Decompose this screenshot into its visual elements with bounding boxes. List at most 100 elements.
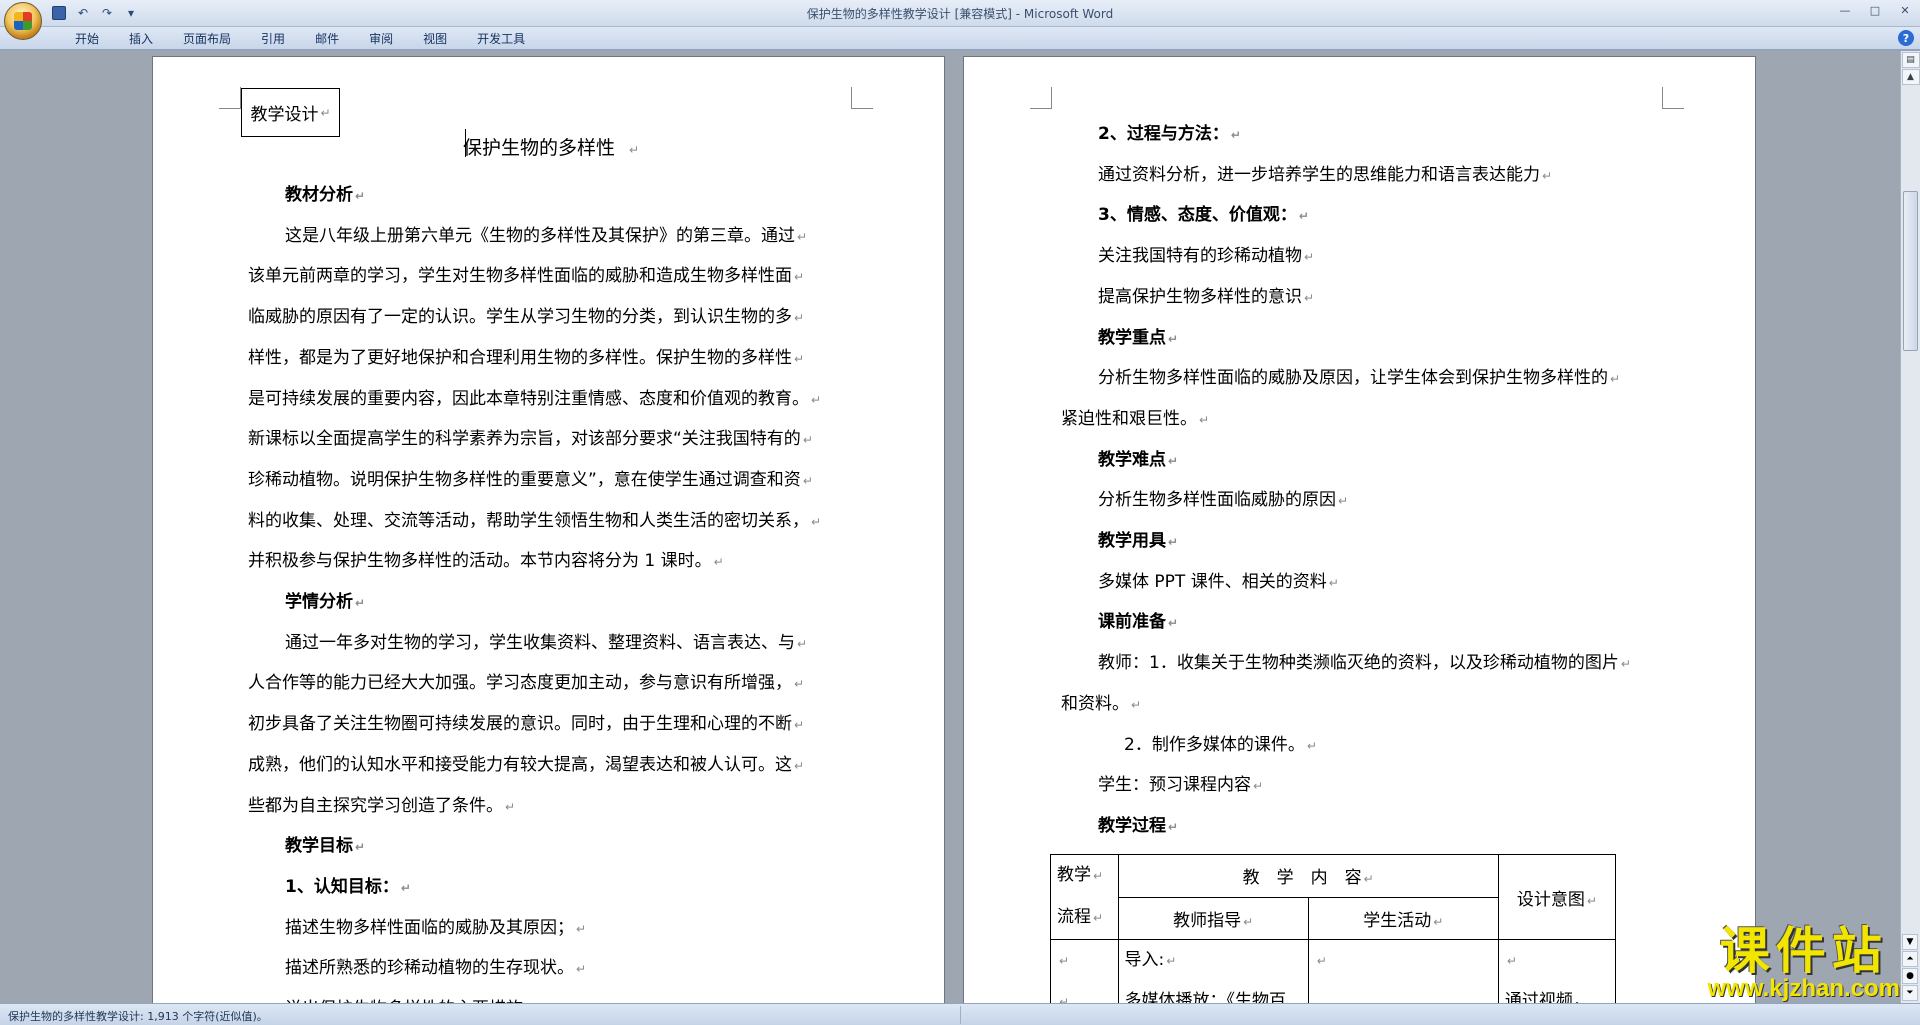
section-heading: 教学重点 ↵ xyxy=(1098,328,1178,349)
table-cell-teacher-body[interactable]: 导入: ↵ 多媒体播放：《生物百 xyxy=(1117,939,1309,1003)
body-text-line: 临威胁的原因有了一定的认识。学生从学习生物的分类，到认识生物的多 ↵ xyxy=(248,307,804,328)
line-text: 教学重点 xyxy=(1098,327,1166,348)
textbox-label[interactable]: 教学设计 ↵ xyxy=(241,88,340,137)
line-text: 教学目标 xyxy=(285,836,353,857)
line-text: 2．制作多媒体的课件。 xyxy=(1124,734,1305,755)
table-cell-design-header[interactable]: 设计意图 ↵ xyxy=(1497,854,1617,940)
document-workspace: 教学设计 ↵ 保护生物的多样性 ↵ 教材分析 ↵ 这是八年级上册第六单元《生物的多样性及… xyxy=(0,51,1900,1003)
minimize-button[interactable]: — xyxy=(1830,0,1860,20)
body-text-line: 和资料。 ↵ xyxy=(1061,694,1141,715)
office-button[interactable] xyxy=(4,2,42,40)
table-cell-flow[interactable]: 教学 ↵ 流程 ↵ xyxy=(1050,854,1119,940)
tab-page-layout[interactable]: 页面布局 xyxy=(168,30,246,48)
section-heading: 教学难点 ↵ xyxy=(1098,450,1178,471)
margin-corner-mark xyxy=(851,87,873,109)
line-text: 教学难点 xyxy=(1098,449,1166,470)
section-heading: 教学用具 ↵ xyxy=(1098,531,1178,552)
vertical-scrollbar[interactable]: ▤ ▲ ▼ ⏶ ● ⏷ xyxy=(1900,51,1920,1003)
paragraph-mark-icon: ↵ xyxy=(1542,168,1553,183)
paragraph-mark-icon: ↵ xyxy=(794,311,805,326)
paragraph-mark-icon: ↵ xyxy=(1338,494,1349,509)
line-text: 和资料。 xyxy=(1061,693,1129,714)
teaching-process-table[interactable]: 教学↵ 流程↵ 教 学 内 容↵ 设计意图↵ 教师指导↵ 学生活动↵ xyxy=(1050,854,1617,1003)
line-text: 课前准备 xyxy=(1098,612,1166,633)
window-controls: — □ ✕ xyxy=(1830,0,1920,22)
table-cell-design-body[interactable]: ↵ 通过视频， xyxy=(1497,939,1617,1003)
line-text: 分析生物多样性面临威胁的原因 xyxy=(1098,490,1336,511)
line-text: 成熟，他们的认知水平和接受能力有较大提高，渴望表达和被人认可。这 xyxy=(248,754,792,775)
scroll-down-icon[interactable]: ▼ xyxy=(1902,934,1918,950)
body-text-line: 关注我国特有的珍稀动植物 ↵ xyxy=(1098,246,1314,267)
watermark-url: www.kjzhan.com xyxy=(1707,975,1900,1002)
line-text: 提高保护生物多样性的意识 xyxy=(1098,286,1302,307)
close-button[interactable]: ✕ xyxy=(1890,0,1920,20)
textbox-text: 教学设计 xyxy=(250,105,319,125)
paragraph-mark-icon: ↵ xyxy=(794,351,805,366)
office-logo-icon xyxy=(14,12,32,30)
section-heading: 教学过程 ↵ xyxy=(1098,816,1178,837)
document-title-text: 保护生物的多样性 xyxy=(463,137,616,159)
tab-references[interactable]: 引用 xyxy=(246,30,300,48)
line-text: 关注我国特有的珍稀动植物 xyxy=(1098,246,1302,267)
line-text: 教师：1．收集关于生物种类濒临灭绝的资料，以及珍稀动植物的图片 xyxy=(1098,653,1619,674)
line-text: 珍稀动植物。说明保护生物多样性的重要意义”，意在使学生通过调查和资 xyxy=(248,469,801,490)
paragraph-mark-icon: ↵ xyxy=(1506,954,1517,968)
window-title: 保护生物的多样性教学设计 [兼容模式] - Microsoft Word xyxy=(806,7,1114,21)
body-text-line: 并积极参与保护生物多样性的活动。本节内容将分为 1 课时。 ↵ xyxy=(248,551,724,572)
table-cell-content-header[interactable]: 教 学 内 容 ↵ xyxy=(1117,854,1499,898)
paragraph-mark-icon: ↵ xyxy=(1168,331,1179,346)
table-media-text: 多媒体播放：《生物百 xyxy=(1124,991,1287,1003)
paragraph-mark-icon: ↵ xyxy=(794,758,805,773)
section-heading: 学情分析 ↵ xyxy=(285,592,365,613)
section-heading: 1、认知目标： ↵ xyxy=(285,877,411,898)
line-text: 教材分析 xyxy=(285,185,353,205)
previous-page-icon[interactable]: ⏶ xyxy=(1902,951,1918,967)
body-text-line: 教师：1．收集关于生物种类濒临灭绝的资料，以及珍稀动植物的图片 ↵ xyxy=(1098,653,1631,674)
table-cell-teacher-header[interactable]: 教师指导 ↵ xyxy=(1117,896,1309,940)
tab-view[interactable]: 视图 xyxy=(408,30,462,48)
table-cell-flow-body[interactable]: ↵ ↵ xyxy=(1050,939,1119,1003)
help-icon[interactable]: ? xyxy=(1898,30,1914,46)
line-text: 些都为自主探究学习创造了条件。 xyxy=(248,795,503,816)
paragraph-mark-icon: ↵ xyxy=(1166,954,1177,968)
paragraph-mark-icon: ↵ xyxy=(1243,914,1254,929)
page-right[interactable]: 2、过程与方法： ↵ 通过资料分析，进一步培养学生的思维能力和语言表达能力 ↵ 3、情感… xyxy=(963,56,1756,1003)
page-left[interactable]: 教学设计 ↵ 保护生物的多样性 ↵ 教材分析 ↵ 这是八年级上册第六单元《生物的多样性及… xyxy=(152,56,945,1003)
ruler-toggle-icon[interactable]: ▤ xyxy=(1901,52,1920,68)
paragraph-mark-icon: ↵ xyxy=(576,962,587,977)
paragraph-mark-icon: ↵ xyxy=(1306,738,1317,753)
section-heading: 2、过程与方法： ↵ xyxy=(1098,124,1241,145)
maximize-button[interactable]: □ xyxy=(1860,0,1890,20)
body-text-line: 人合作等的能力已经大大加强。学习态度更加主动，参与意识有所增强， ↵ xyxy=(248,673,804,694)
scroll-up-icon[interactable]: ▲ xyxy=(1901,69,1920,85)
paragraph-mark-icon: ↵ xyxy=(400,880,411,895)
body-text-line: 该单元前两章的学习，学生对生物多样性面临的威胁和造成生物多样性面 ↵ xyxy=(248,266,804,287)
line-text: 通过一年多对生物的学习，学生收集资料、整理资料、语言表达、与 xyxy=(285,632,795,653)
paragraph-mark-icon: ↵ xyxy=(1168,819,1179,834)
paragraph-mark-icon: ↵ xyxy=(1610,372,1621,387)
line-text: 3、情感、态度、价值观： xyxy=(1098,205,1297,226)
body-text-line: 新课标以全面提高学生的科学素养为宗旨，对该部分要求“关注我国特有的 ↵ xyxy=(248,429,813,450)
table-cell-student-header[interactable]: 学生活动 ↵ xyxy=(1307,896,1499,940)
body-text-line: 样性，都是为了更好地保护和合理利用生物的多样性。保护生物的多样性 ↵ xyxy=(248,348,804,369)
paragraph-mark-icon: ↵ xyxy=(797,229,808,244)
line-text: 2、过程与方法： xyxy=(1098,124,1229,144)
scrollbar-thumb[interactable] xyxy=(1903,191,1918,351)
select-browse-object-icon[interactable]: ● xyxy=(1902,968,1918,984)
tab-insert[interactable]: 插入 xyxy=(114,30,168,48)
body-text-line: 描述所熟悉的珍稀动植物的生存现状。 ↵ xyxy=(285,958,586,979)
status-word-count[interactable]: 保护生物的多样性教学设计: 1,913 个字符(近似值)。 xyxy=(8,1008,268,1024)
tab-home[interactable]: 开始 xyxy=(60,30,114,48)
line-text: 描述所熟悉的珍稀动植物的生存现状。 xyxy=(285,958,574,979)
next-page-icon[interactable]: ⏷ xyxy=(1902,985,1918,1001)
table-intro-text: 导入: xyxy=(1124,950,1165,970)
tab-developer[interactable]: 开发工具 xyxy=(462,30,540,48)
line-text: 学情分析 xyxy=(285,592,353,612)
paragraph-mark-icon: ↵ xyxy=(1059,954,1070,968)
tab-mailings[interactable]: 邮件 xyxy=(300,30,354,48)
body-text-line: 分析生物多样性面临威胁的原因 ↵ xyxy=(1098,490,1348,511)
paragraph-mark-icon: ↵ xyxy=(1620,657,1631,672)
table-cell-student-body[interactable]: ↵ xyxy=(1307,939,1499,1003)
tab-review[interactable]: 审阅 xyxy=(354,30,408,48)
paragraph-mark-icon: ↵ xyxy=(1168,616,1179,631)
